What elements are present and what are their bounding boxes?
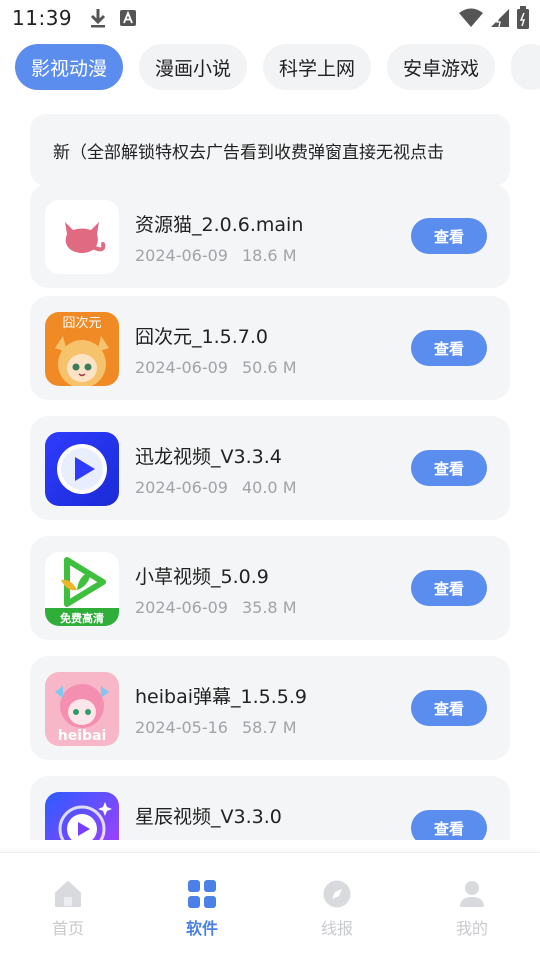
app-name: 资源猫_2.0.6.main [135,214,304,236]
nav-label: 线报 [320,919,353,938]
app-meta [135,838,149,840]
notice-banner: 新（全部解锁特权去广告看到收费弹窗直接无视点击 [30,114,510,186]
tab-more[interactable] [511,44,540,90]
nav-item-me[interactable]: 我的 [432,879,512,939]
nav-label: 首页 [51,919,84,938]
app-card[interactable]: 囧次元 囧次元_1.5.7.0 2024-06-09 50.6 M 查看 [30,296,510,400]
home-icon [55,881,81,907]
wifi-icon [459,8,483,27]
pink-girl-icon: heibai [45,672,119,746]
app-meta: 2024-06-09 18.6 M [135,246,297,265]
app-name: heibai弹幕_1.5.5.9 [135,686,307,708]
status-notification-icons [90,8,137,28]
nav-item-news[interactable]: 线报 [297,879,377,939]
status-bar: 11:39 [0,0,540,36]
battery-icon [517,6,529,29]
app-date: 2024-06-09 [135,598,228,617]
app-date: 2024-05-16 [135,718,228,737]
app-date: 2024-06-09 [135,358,228,377]
view-button[interactable]: 查看 [411,810,487,840]
nav-label: 我的 [455,919,488,938]
icon-text: 免费高清 [60,611,104,625]
tab-android-games[interactable]: 安卓游戏 [387,44,496,90]
app-meta: 2024-06-09 40.0 M [135,478,297,497]
app-date: 2024-06-09 [135,246,228,265]
app-meta: 2024-06-09 35.8 M [135,598,297,617]
bottom-nav: 首页 软件 线报 我的 [0,852,540,960]
play-circle-icon [45,432,119,506]
category-tabs: 影视动漫 漫画小说 科学上网 安卓游戏 [0,44,540,92]
nav-item-home[interactable]: 首页 [28,879,108,939]
tab-vpn[interactable]: 科学上网 [263,44,372,90]
app-name: 星辰视频_V3.3.0 [135,806,282,828]
status-time: 11:39 [12,6,73,30]
view-button[interactable]: 查看 [411,450,487,486]
download-icon [91,9,106,28]
grass-play-icon: 免费高清 [45,552,119,626]
font-app-icon [120,10,137,26]
app-meta: 2024-05-16 58.7 M [135,718,297,737]
tab-comics-novels[interactable]: 漫画小说 [139,44,248,90]
signal-icon [491,9,509,28]
apps-grid-icon [188,880,216,908]
anime-girl-icon: 囧次元 [45,312,119,386]
app-size: 35.8 M [241,598,297,617]
status-system-icons [458,6,530,30]
tab-film-anime[interactable]: 影视动漫 [15,44,124,90]
app-date: 2024-06-09 [135,478,228,497]
view-button[interactable]: 查看 [411,690,487,726]
app-card[interactable]: 迅龙视频_V3.3.4 2024-06-09 40.0 M 查看 [30,416,510,520]
app-card[interactable]: 免费高清 小草视频_5.0.9 2024-06-09 35.8 M 查看 [30,536,510,640]
app-card[interactable]: heibai heibai弹幕_1.5.5.9 2024-05-16 58.7 M… [30,656,510,760]
star-play-icon [45,792,119,840]
app-size: 40.0 M [241,478,297,497]
view-button[interactable]: 查看 [411,570,487,606]
cat-icon [45,200,119,274]
nav-label: 软件 [185,919,218,938]
app-name: 囧次元_1.5.7.0 [135,326,268,348]
compass-icon [323,880,351,908]
icon-text: 囧次元 [62,315,101,331]
app-list[interactable]: 新（全部解锁特权去广告看到收费弹窗直接无视点击 资源猫_2.0.6.main 2… [0,112,540,840]
app-meta: 2024-06-09 50.6 M [135,358,297,377]
nav-item-software[interactable]: 软件 [162,879,242,939]
app-name: 小草视频_5.0.9 [135,566,269,588]
app-size: 50.6 M [241,358,297,377]
app-card[interactable]: 星辰视频_V3.3.0 查看 [30,776,510,840]
view-button[interactable]: 查看 [411,218,487,254]
icon-text: heibai [58,728,107,744]
user-icon [460,881,484,907]
app-size: 58.7 M [241,718,297,737]
view-button[interactable]: 查看 [411,330,487,366]
app-size: 18.6 M [241,246,297,265]
app-name: 迅龙视频_V3.3.4 [135,446,282,468]
app-card[interactable]: 资源猫_2.0.6.main 2024-06-09 18.6 M 查看 [30,184,510,288]
